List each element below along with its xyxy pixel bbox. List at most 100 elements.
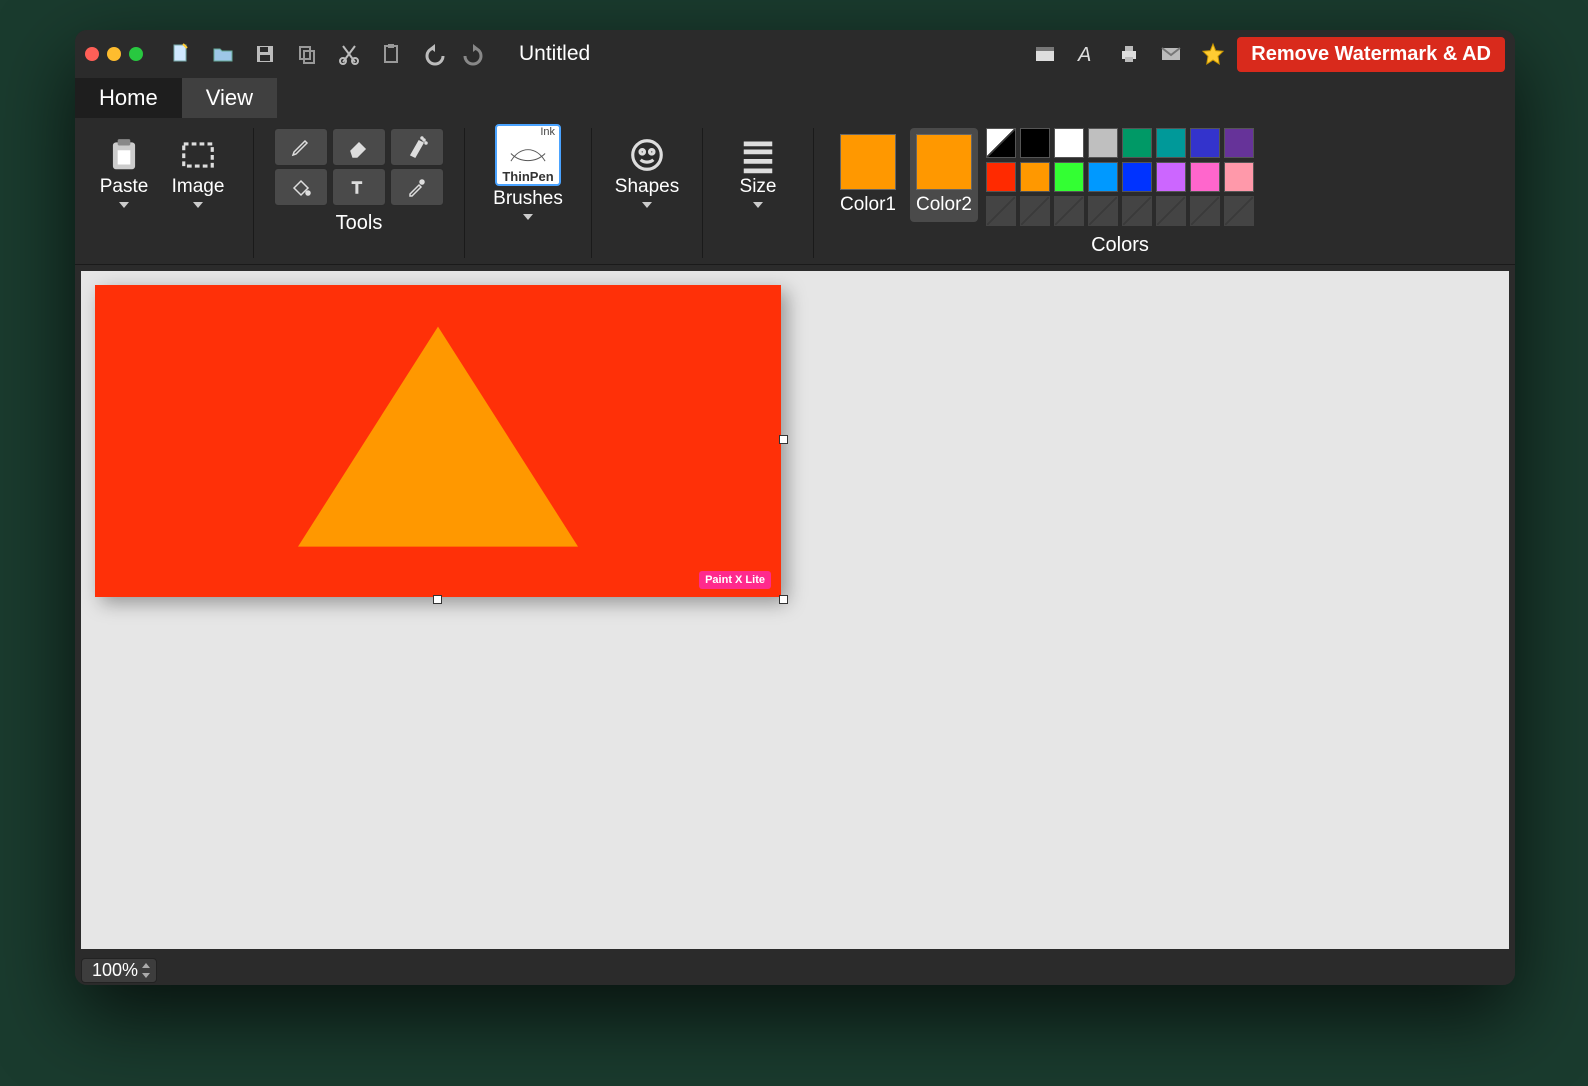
fill-tool[interactable] — [274, 168, 328, 206]
ribbon: Paste Image T Tools — [75, 118, 1515, 265]
shapes-group: Shapes — [606, 128, 688, 216]
maximize-window-button[interactable] — [129, 47, 143, 61]
colors-group: Color1 Color2 Colors — [828, 128, 1260, 257]
tools-caption: Tools — [274, 212, 444, 235]
save-button[interactable] — [247, 38, 283, 70]
separator — [702, 128, 703, 258]
remove-watermark-button[interactable]: Remove Watermark & AD — [1237, 37, 1505, 72]
palette-swatch[interactable] — [1054, 196, 1084, 226]
palette-swatch[interactable] — [1088, 162, 1118, 192]
cut-button[interactable] — [331, 38, 367, 70]
font-icon[interactable]: A — [1069, 38, 1105, 70]
brushes-label: Brushes — [493, 188, 563, 210]
mail-icon[interactable] — [1153, 38, 1189, 70]
canvas-workarea[interactable]: Paint X Lite — [81, 271, 1509, 949]
new-file-button[interactable] — [163, 38, 199, 70]
resize-handle-corner[interactable] — [779, 595, 788, 604]
palette-swatch[interactable] — [1088, 128, 1118, 158]
ribbon-tabs: Home View — [75, 78, 1515, 118]
copy-button[interactable] — [289, 38, 325, 70]
paste-button[interactable]: Paste — [89, 128, 159, 216]
document-title: Untitled — [519, 42, 590, 66]
image-button[interactable]: Image — [163, 128, 233, 216]
resize-handle-right[interactable] — [779, 435, 788, 444]
tab-home[interactable]: Home — [75, 78, 182, 118]
brushes-group: Ink ThinPen Brushes — [479, 128, 577, 216]
color2-swatch — [916, 134, 972, 190]
paste-label: Paste — [100, 176, 149, 198]
clipboard-group: Paste Image — [83, 128, 239, 216]
star-icon[interactable] — [1195, 38, 1231, 70]
color1-label: Color1 — [840, 194, 896, 216]
palette-swatch[interactable] — [1224, 196, 1254, 226]
resize-handle-bottom[interactable] — [433, 595, 442, 604]
color1-button[interactable]: Color1 — [834, 128, 902, 222]
palette-swatch[interactable] — [1020, 162, 1050, 192]
eyedropper-tool[interactable] — [390, 168, 444, 206]
palette-swatch[interactable] — [1190, 128, 1220, 158]
colors-caption: Colors — [986, 234, 1254, 257]
size-label: Size — [740, 176, 777, 198]
palette-swatch[interactable] — [1020, 196, 1050, 226]
canvas[interactable]: Paint X Lite — [95, 285, 781, 597]
palette-swatch[interactable] — [1156, 128, 1186, 158]
separator — [591, 128, 592, 258]
print-icon[interactable] — [1111, 38, 1147, 70]
zoom-stepper[interactable]: 100% — [81, 958, 157, 983]
palette-swatch[interactable] — [1190, 162, 1220, 192]
palette-swatch[interactable] — [1122, 128, 1152, 158]
undo-button[interactable] — [415, 38, 451, 70]
brush-ink-label: Ink — [540, 126, 555, 138]
brush-preview: Ink ThinPen — [495, 124, 561, 186]
palette-swatch[interactable] — [1020, 128, 1050, 158]
minimize-window-button[interactable] — [107, 47, 121, 61]
palette-swatch[interactable] — [1122, 196, 1152, 226]
zoom-value: 100% — [92, 960, 138, 980]
svg-text:A: A — [1077, 44, 1091, 66]
palette-swatch[interactable] — [986, 128, 1016, 158]
palette-swatch[interactable] — [1122, 162, 1152, 192]
size-button[interactable]: Size — [723, 128, 793, 216]
size-group: Size — [717, 128, 799, 216]
spray-tool[interactable] — [390, 128, 444, 166]
palette-swatch[interactable] — [986, 196, 1016, 226]
svg-text:T: T — [352, 180, 362, 197]
paste-toolbar-button[interactable] — [373, 38, 409, 70]
separator — [464, 128, 465, 258]
pencil-tool[interactable] — [274, 128, 328, 166]
palette-swatch[interactable] — [1156, 196, 1186, 226]
eraser-tool[interactable] — [332, 128, 386, 166]
shapes-button[interactable]: Shapes — [612, 128, 682, 216]
image-label: Image — [172, 176, 225, 198]
app-window: Untitled A Remove Watermark & AD Home Vi… — [75, 30, 1515, 985]
color1-swatch — [840, 134, 896, 190]
separator — [253, 128, 254, 258]
palette-swatch[interactable] — [1054, 162, 1084, 192]
palette-swatch[interactable] — [1224, 128, 1254, 158]
close-window-button[interactable] — [85, 47, 99, 61]
brushes-button[interactable]: Ink ThinPen Brushes — [485, 128, 571, 216]
palette-swatch[interactable] — [1156, 162, 1186, 192]
palette-swatch[interactable] — [1224, 162, 1254, 192]
open-file-button[interactable] — [205, 38, 241, 70]
tools-group: T Tools — [268, 128, 450, 235]
window-icon[interactable] — [1027, 38, 1063, 70]
status-bar: 100% — [75, 955, 1515, 985]
brush-thin-label: ThinPen — [502, 169, 553, 184]
tab-view[interactable]: View — [182, 78, 277, 118]
color2-label: Color2 — [916, 194, 972, 216]
shapes-label: Shapes — [615, 176, 679, 198]
title-bar: Untitled A Remove Watermark & AD — [75, 30, 1515, 78]
palette-swatch[interactable] — [1190, 196, 1220, 226]
separator — [813, 128, 814, 258]
text-tool[interactable]: T — [332, 168, 386, 206]
triangle-shape[interactable] — [298, 327, 578, 547]
palette-swatch[interactable] — [1054, 128, 1084, 158]
palette-swatch[interactable] — [1088, 196, 1118, 226]
window-controls — [85, 47, 143, 61]
watermark-badge: Paint X Lite — [699, 571, 771, 589]
color-palette — [986, 128, 1254, 226]
palette-swatch[interactable] — [986, 162, 1016, 192]
redo-button[interactable] — [457, 38, 493, 70]
color2-button[interactable]: Color2 — [910, 128, 978, 222]
